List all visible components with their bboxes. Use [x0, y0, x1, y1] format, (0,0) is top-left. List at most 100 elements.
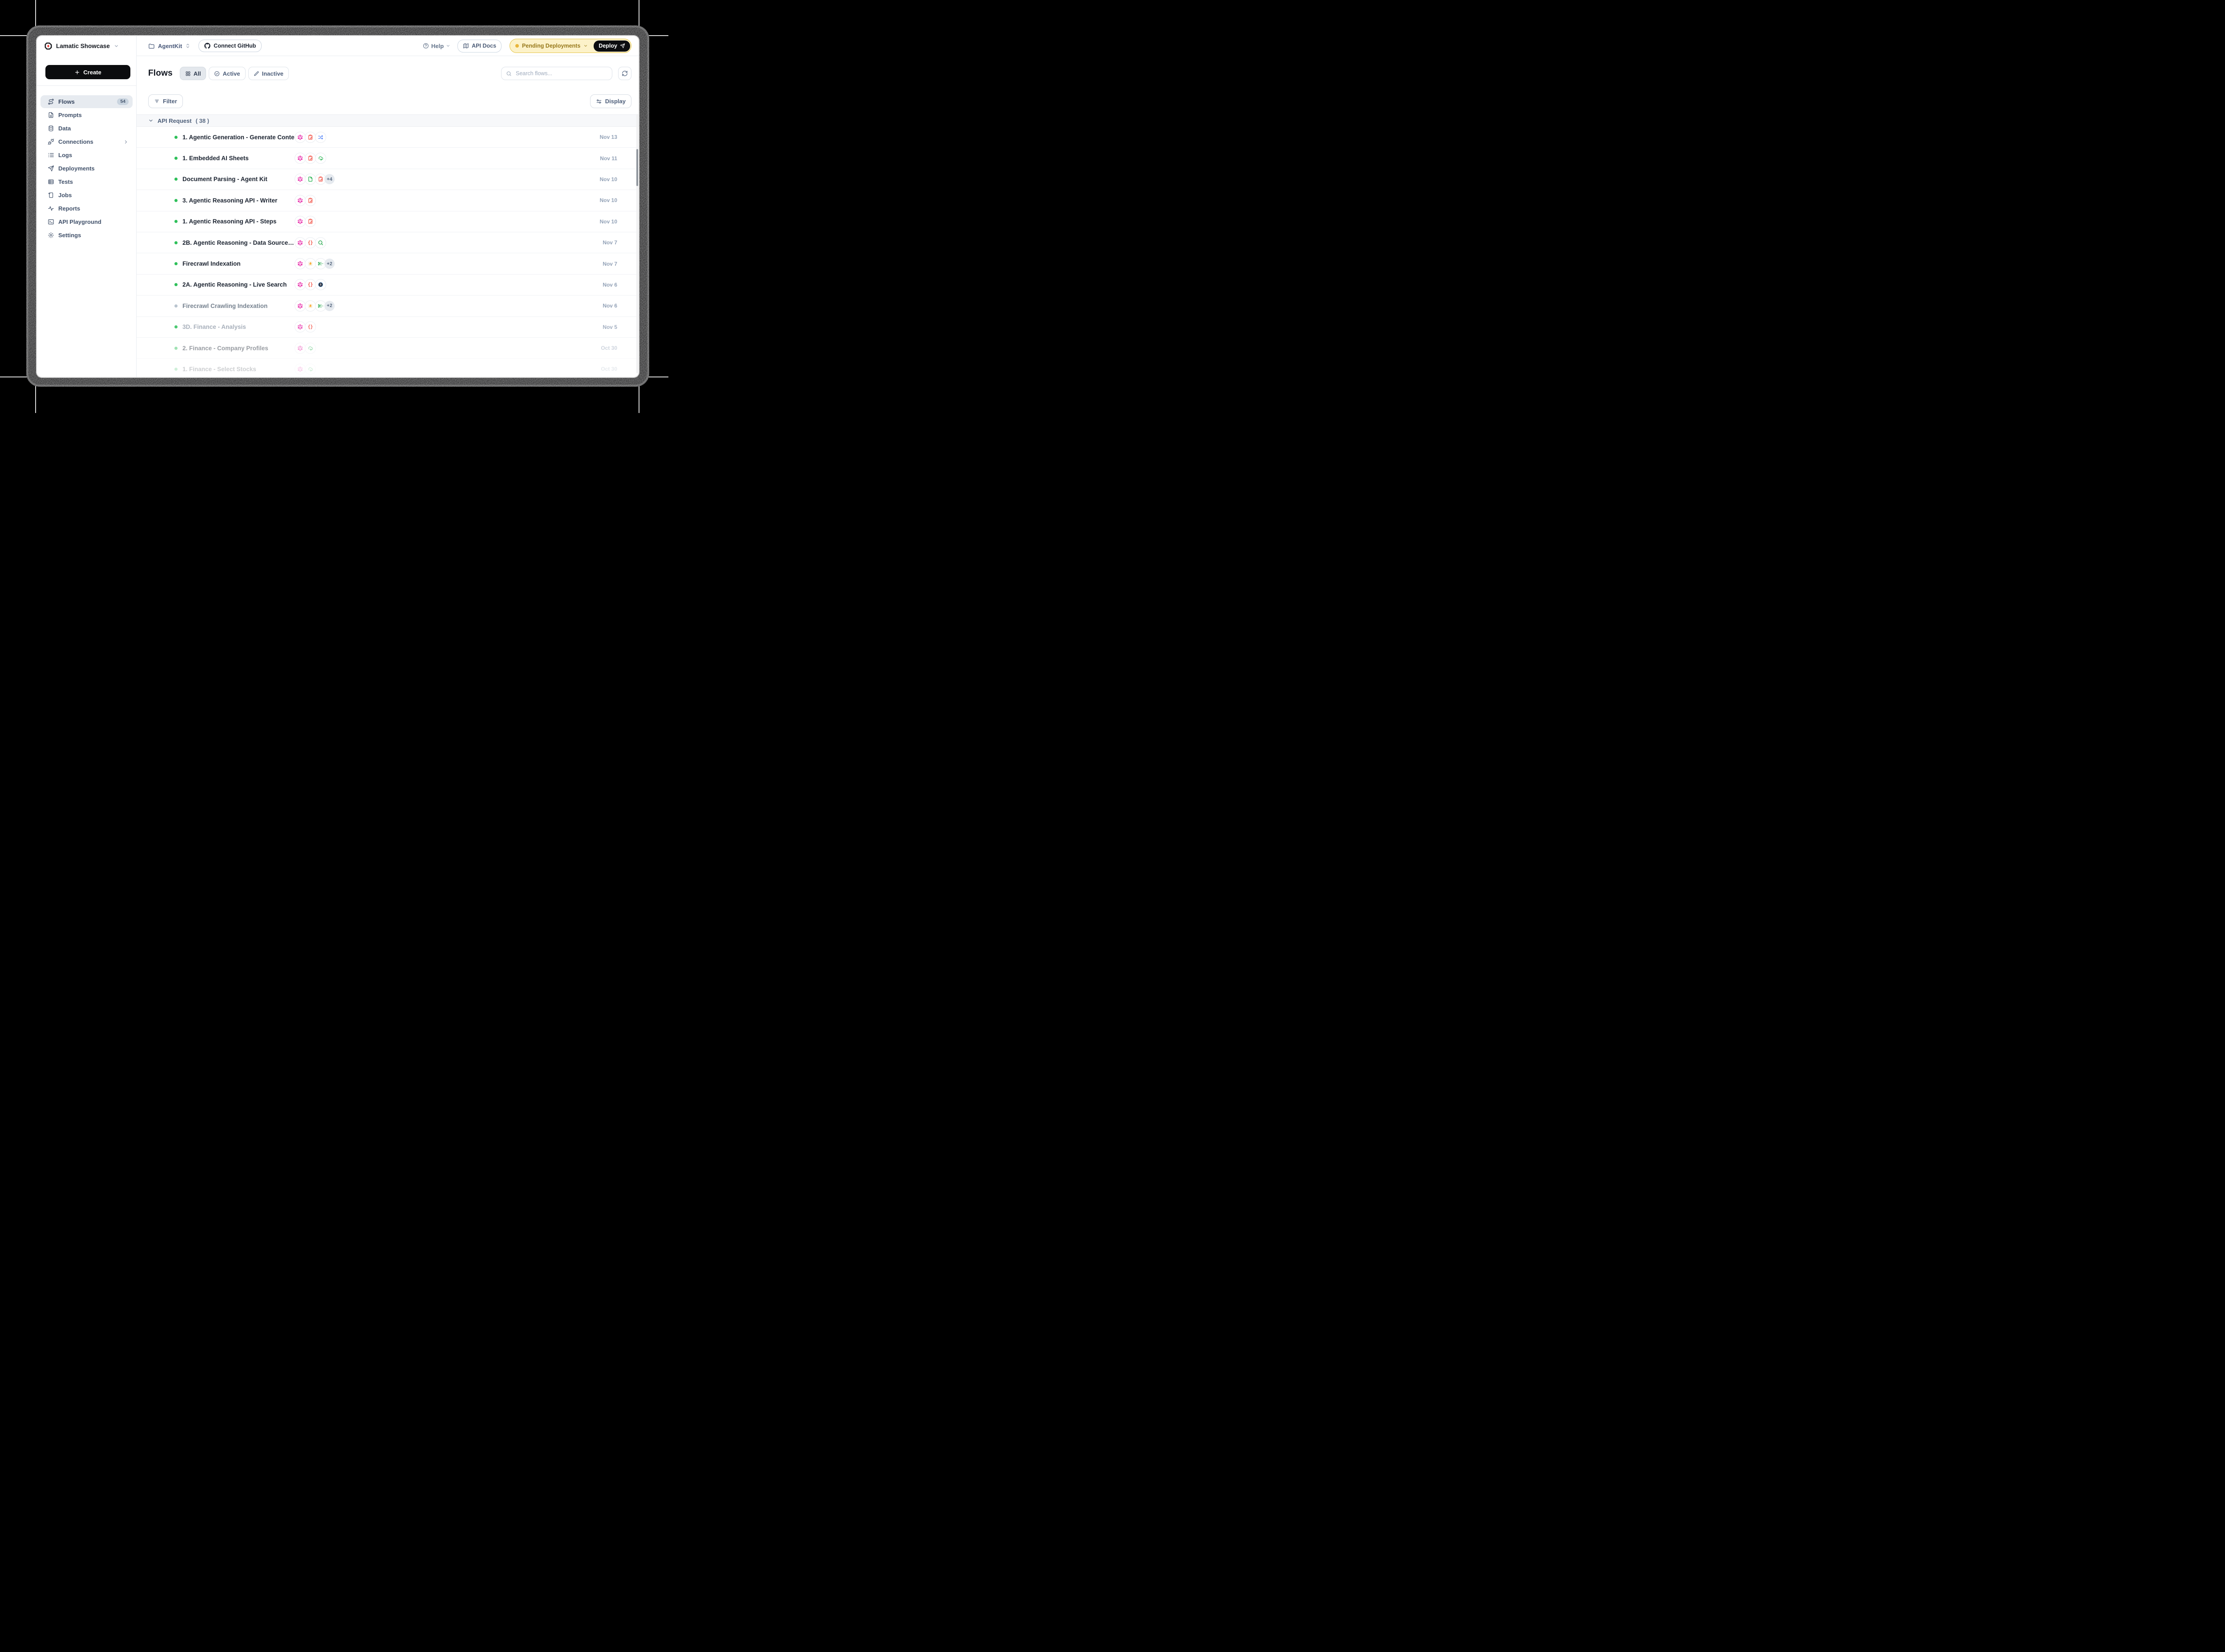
- flow-row-1-agentic-generation-generate-content[interactable]: 1. Agentic Generation - Generate Content…: [137, 127, 639, 148]
- tab-active[interactable]: Active: [209, 67, 245, 80]
- help-menu[interactable]: Help: [423, 43, 450, 49]
- chevron-down-icon: [148, 118, 154, 123]
- clipboard-edit-icon: [307, 134, 313, 140]
- shuffle-icon: [318, 134, 324, 140]
- workspace-name: Lamatic Showcase: [56, 43, 110, 49]
- scrollbar-thumb[interactable]: [636, 149, 638, 186]
- flow-row-3d-finance-analysis[interactable]: 3D. Finance - AnalysisNov 5: [137, 317, 639, 338]
- flow-name: 1. Agentic Generation - Generate Content: [182, 134, 295, 141]
- flow-name: 2B. Agentic Reasoning - Data Source…: [182, 239, 295, 246]
- flow-row-2-finance-company-profiles[interactable]: 2. Finance - Company Profiles Oct 30: [137, 338, 639, 359]
- flow-list: 1. Agentic Generation - Generate Content…: [137, 127, 639, 377]
- check-circle-icon: [214, 71, 220, 77]
- more-integrations-badge: +2: [324, 301, 335, 311]
- database-icon: [48, 125, 54, 132]
- graphql-badge: [295, 237, 306, 248]
- shuffle-badge: [315, 132, 326, 143]
- flow-date: Oct 30: [601, 345, 617, 351]
- project-selector[interactable]: AgentKit: [148, 43, 190, 49]
- sidebar-item-api-playground[interactable]: API Playground: [40, 215, 133, 228]
- api-docs-button[interactable]: API Docs: [457, 40, 502, 53]
- flow-row-1-agentic-reasoning-api-steps[interactable]: 1. Agentic Reasoning API - Steps Nov 10: [137, 211, 639, 232]
- sidebar-item-flows[interactable]: Flows54: [40, 95, 133, 108]
- search-icon: [506, 71, 512, 77]
- integration-icons: +2: [295, 258, 335, 269]
- graphql-badge: [295, 153, 306, 164]
- graphql-badge: [295, 279, 306, 290]
- integration-icons: [295, 237, 326, 248]
- flow-name: 3D. Finance - Analysis: [182, 324, 295, 330]
- statsig-icon: [318, 282, 324, 287]
- sidebar-item-data[interactable]: Data: [40, 122, 133, 135]
- clipboard-edit-icon: [307, 198, 313, 203]
- create-button[interactable]: Create: [45, 65, 130, 79]
- refresh-button[interactable]: [618, 67, 631, 80]
- display-button[interactable]: Display: [590, 94, 631, 108]
- flow-date: Nov 10: [600, 197, 617, 203]
- graphql-icon: [297, 324, 303, 330]
- sidebar-nav: Flows54 Prompts Data Connections Logs Deploym…: [37, 86, 136, 242]
- sidebar-item-reports[interactable]: Reports: [40, 202, 133, 215]
- search-box[interactable]: [501, 67, 612, 80]
- status-dot: [174, 241, 178, 244]
- sidebar-item-label: Data: [58, 125, 71, 132]
- graphql-badge: [295, 321, 306, 332]
- flow-row-3-agentic-reasoning-api-writer[interactable]: 3. Agentic Reasoning API - WriterNov 10: [137, 190, 639, 211]
- pending-deployments-dropdown[interactable]: Pending Deployments Deploy: [510, 39, 631, 53]
- flow-date: Nov 10: [600, 219, 617, 225]
- connect-github-button[interactable]: Connect GitHub: [198, 40, 262, 52]
- graphql-icon: [297, 155, 303, 161]
- flow-name: 2. Finance - Company Profiles: [182, 345, 295, 352]
- flow-row-1-embedded-ai-sheets[interactable]: 1. Embedded AI SheetsNov 11: [137, 148, 639, 169]
- search-input[interactable]: [515, 70, 607, 77]
- github-icon: [204, 43, 210, 49]
- status-dot: [174, 304, 178, 308]
- flow-name: 2A. Agentic Reasoning - Live Search: [182, 281, 295, 288]
- display-label: Display: [605, 98, 626, 105]
- sidebar-item-settings[interactable]: Settings: [40, 229, 133, 242]
- project-name: AgentKit: [158, 43, 182, 49]
- flow-row-2b-agentic-reasoning-data-source[interactable]: 2B. Agentic Reasoning - Data Source…Nov …: [137, 232, 639, 253]
- terminal-icon: [48, 219, 54, 225]
- flow-row-document-parsing-agent-kit[interactable]: Document Parsing - Agent Kit+4Nov 10: [137, 169, 639, 190]
- lamatic-logo-icon: [44, 42, 52, 50]
- flow-row-firecrawl-indexation[interactable]: Firecrawl Indexation+2Nov 7: [137, 253, 639, 274]
- filter-button[interactable]: Filter: [148, 94, 183, 108]
- sidebar-item-jobs[interactable]: Jobs: [40, 189, 133, 202]
- tab-all[interactable]: All: [180, 67, 206, 80]
- sidebar-item-tests[interactable]: Tests: [40, 175, 133, 188]
- sidebar-item-label: Deployments: [58, 165, 95, 172]
- sidebar-item-prompts[interactable]: Prompts: [40, 109, 133, 121]
- sidebar-item-deployments[interactable]: Deployments: [40, 162, 133, 175]
- send-icon: [48, 165, 54, 172]
- graphql-badge: [295, 174, 306, 185]
- sidebar-item-label: Prompts: [58, 112, 82, 118]
- flow-row-1-finance-select-stocks[interactable]: 1. Finance - Select StocksOct 30: [137, 359, 639, 377]
- clipboard-edit-badge: [305, 195, 316, 206]
- graphql-badge: [295, 258, 306, 269]
- status-dot: [174, 325, 178, 328]
- tab-inactive[interactable]: Inactive: [248, 67, 289, 80]
- flame-icon: [307, 261, 313, 267]
- section-count: ( 38 ): [196, 117, 209, 124]
- cloud-gear-badge: [305, 364, 316, 375]
- flow-row-2a-agentic-reasoning-live-search[interactable]: 2A. Agentic Reasoning - Live SearchNov 6: [137, 275, 639, 296]
- flow-row-firecrawl-crawling-indexation[interactable]: Firecrawl Crawling Indexation+2Nov 6: [137, 296, 639, 316]
- count-badge: 54: [117, 98, 129, 105]
- sidebar-item-label: Connections: [58, 138, 93, 145]
- deploy-button[interactable]: Deploy: [594, 40, 630, 52]
- integration-icons: [295, 216, 316, 227]
- status-dot: [174, 347, 178, 350]
- map-icon: [463, 43, 469, 49]
- flow-name: Firecrawl Crawling Indexation: [182, 303, 295, 309]
- status-dot: [174, 136, 178, 139]
- sidebar-item-logs[interactable]: Logs: [40, 149, 133, 162]
- chevron-down-icon: [583, 44, 588, 48]
- section-header-api-request[interactable]: API Request ( 38 ): [137, 114, 639, 127]
- sidebar-item-label: Tests: [58, 178, 73, 185]
- tab-label: All: [194, 70, 201, 77]
- sidebar-item-connections[interactable]: Connections: [40, 135, 133, 148]
- cloud-gear-badge: [315, 153, 326, 164]
- flow-name: 1. Agentic Reasoning API - Steps: [182, 218, 295, 225]
- workspace-switcher[interactable]: Lamatic Showcase: [37, 36, 136, 56]
